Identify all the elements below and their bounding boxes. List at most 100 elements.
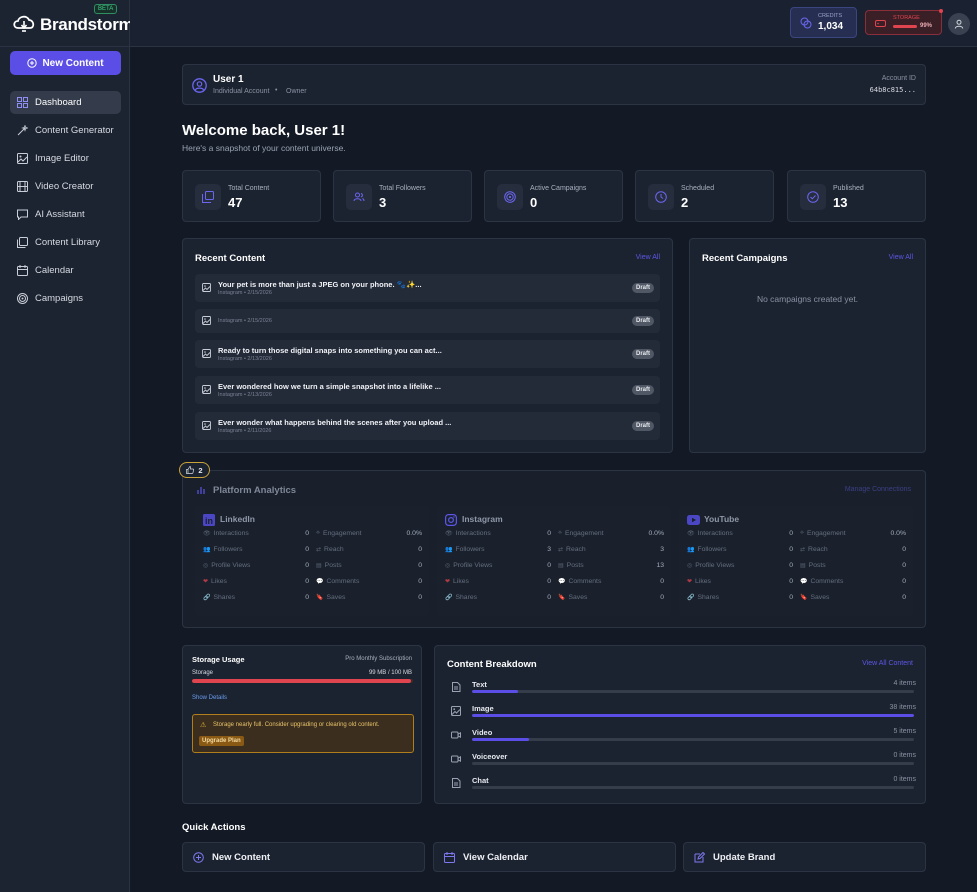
image-icon xyxy=(202,316,211,325)
sidebar-item-content-generator[interactable]: Content Generator xyxy=(10,119,121,142)
stat-card-total-followers[interactable]: Total Followers 3 xyxy=(333,170,472,222)
sidebar-item-ai-assistant[interactable]: AI Assistant xyxy=(10,203,121,226)
list-item[interactable]: Your pet is more than just a JPEG on you… xyxy=(195,274,660,302)
metric-icon: 🔗 xyxy=(687,595,695,601)
metric-name: Likes xyxy=(211,578,227,585)
list-item[interactable]: Ever wondered how we turn a simple snaps… xyxy=(195,376,660,404)
list-item[interactable]: Ready to turn those digital snaps into s… xyxy=(195,340,660,368)
credits-label: CREDITS xyxy=(818,13,843,19)
metric-label: ❤ Likes xyxy=(203,578,227,585)
sidebar-item-label: AI Assistant xyxy=(35,209,85,220)
metric-name: Comments xyxy=(568,578,602,585)
metric-name: Shares xyxy=(697,594,720,601)
sidebar-item-dashboard[interactable]: Dashboard xyxy=(10,91,121,114)
stat-card-scheduled[interactable]: Scheduled 2 xyxy=(635,170,774,222)
storage-usage-panel: Storage Usage Pro Monthly Subscription S… xyxy=(182,645,422,804)
account-id-label: Account ID xyxy=(881,75,916,82)
cloud-bulb-icon xyxy=(13,15,35,32)
quick-action-view-calendar[interactable]: View Calendar xyxy=(433,842,676,872)
platform-name: YouTube xyxy=(704,514,740,524)
recent-campaigns-view-all[interactable]: View All xyxy=(889,254,913,261)
metric-name: Saves xyxy=(568,594,588,601)
breakdown-track xyxy=(472,690,914,693)
metric-label: 🔗 Shares xyxy=(687,594,719,601)
quick-action-update-brand[interactable]: Update Brand xyxy=(683,842,926,872)
metric-value: 0 xyxy=(547,530,551,537)
user-name: User 1 xyxy=(213,74,244,85)
metric-icon: ▤ xyxy=(558,563,564,569)
upgrade-plan-button[interactable]: Upgrade Plan xyxy=(199,736,244,746)
sidebar-item-video-creator[interactable]: Video Creator xyxy=(10,175,121,198)
calendar-icon xyxy=(17,265,28,276)
metric-name: Profile Views xyxy=(453,562,493,569)
sidebar-item-content-library[interactable]: Content Library xyxy=(10,231,121,254)
metric-name: Followers xyxy=(697,546,727,553)
breakdown-label: Image xyxy=(472,704,494,713)
status-badge: Draft xyxy=(631,421,654,431)
platform-card-youtube: YouTube 👁 Interactions 0 👥 Followers 0 ◎ Profil… xyxy=(679,506,913,616)
stat-card-published[interactable]: Published 13 xyxy=(787,170,926,222)
list-item[interactable]: Ever wonder what happens behind the scen… xyxy=(195,412,660,440)
metric-label: 💬 Comments xyxy=(800,578,843,585)
svg-text:in: in xyxy=(205,516,213,526)
metric-value: 0 xyxy=(305,594,309,601)
breakdown-fill xyxy=(472,690,519,693)
metric-icon: ◎ xyxy=(203,563,209,569)
stat-card-active-campaigns[interactable]: Active Campaigns 0 xyxy=(484,170,623,222)
storage-chip[interactable]: STORAGE 99% xyxy=(865,9,943,35)
warning-text: Storage nearly full. Consider upgrading … xyxy=(213,722,380,728)
quick-action-new-content[interactable]: New Content xyxy=(182,842,425,872)
storage-progress-track xyxy=(192,679,413,683)
storage-chip-percent: 99% xyxy=(920,23,933,29)
metric-value: 0 xyxy=(418,546,422,553)
manage-connections-link[interactable]: Manage Connections xyxy=(845,486,911,493)
stat-value: 2 xyxy=(681,195,689,210)
metric-value: 0 xyxy=(902,562,906,569)
metric-label: 👥 Followers xyxy=(203,546,243,553)
content-meta: Instagram • 2/15/2026 xyxy=(218,318,272,324)
sidebar-item-calendar[interactable]: Calendar xyxy=(10,259,121,282)
avatar[interactable] xyxy=(948,13,970,35)
sidebar-item-image-editor[interactable]: Image Editor xyxy=(10,147,121,170)
platform-analytics-panel: Platform Analytics Manage Connections in… xyxy=(182,470,926,628)
metric-name: Shares xyxy=(455,594,478,601)
recent-content-view-all[interactable]: View All xyxy=(636,254,660,261)
metric-label: ⇄ Reach xyxy=(558,546,586,553)
storage-warning: ⚠ Storage nearly full. Consider upgradin… xyxy=(192,714,414,753)
metric-name: Engagement xyxy=(322,530,362,537)
likes-badge[interactable]: 2 xyxy=(179,462,210,478)
welcome-subtitle: Here's a snapshot of your content univer… xyxy=(182,143,346,153)
metric-label: 👥 Followers xyxy=(445,546,485,553)
film-icon xyxy=(17,181,28,192)
instagram-icon xyxy=(445,514,457,526)
content-title: Ready to turn those digital snaps into s… xyxy=(218,346,442,355)
breakdown-row-text: Text 4 items xyxy=(449,680,916,702)
target-icon xyxy=(17,293,28,304)
thumbs-up-icon xyxy=(186,466,195,474)
list-item[interactable]: Instagram • 2/15/2026 Draft xyxy=(195,309,660,333)
metric-icon: 💬 xyxy=(800,579,808,585)
account-id[interactable]: 64b8c815... xyxy=(870,86,916,94)
sidebar-item-campaigns[interactable]: Campaigns xyxy=(10,287,121,310)
stat-card-total-content[interactable]: Total Content 47 xyxy=(182,170,321,222)
credits-chip[interactable]: CREDITS 1,034 xyxy=(790,7,857,38)
metric-icon: 🔖 xyxy=(316,595,324,601)
metric-icon: 👁 xyxy=(445,531,453,537)
brand-logo[interactable]: Brandstorm BETA xyxy=(12,4,134,38)
hard-drive-icon xyxy=(875,20,886,27)
sidebar-item-label: Dashboard xyxy=(35,97,82,108)
breakdown-row-video: Video 5 items xyxy=(449,728,916,750)
show-details-link[interactable]: Show Details xyxy=(192,695,227,701)
campaigns-empty-state: No campaigns created yet. xyxy=(756,294,859,304)
breakdown-count: 5 items xyxy=(893,728,916,735)
view-all-content-link[interactable]: View All Content xyxy=(862,660,913,667)
metric-label: 🔖 Saves xyxy=(316,594,345,601)
metric-label: ◎ Profile Views xyxy=(203,562,250,569)
metric-label: ❤ Likes xyxy=(445,578,469,585)
calendar-icon xyxy=(444,851,455,863)
new-content-button[interactable]: New Content xyxy=(10,51,121,75)
metric-name: Profile Views xyxy=(695,562,735,569)
metric-value: 0 xyxy=(789,578,793,585)
chat-doc-icon xyxy=(452,778,461,788)
new-content-label: New Content xyxy=(42,57,104,69)
